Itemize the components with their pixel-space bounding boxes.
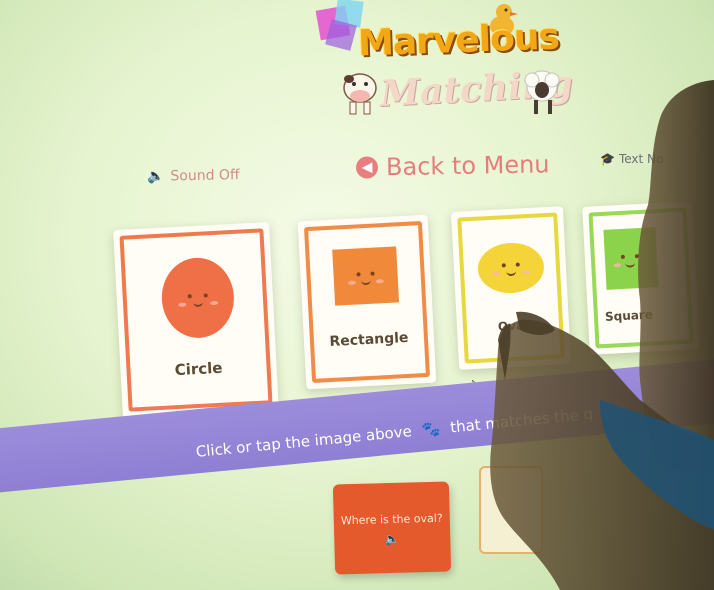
back-to-menu-button[interactable]: ◀ Back to Menu bbox=[355, 150, 550, 182]
logo-square-purple bbox=[325, 19, 357, 51]
shape-card-oval[interactable]: Oval bbox=[450, 206, 572, 370]
secondary-tile[interactable] bbox=[479, 466, 543, 554]
logo-title-line1: Marvelous bbox=[357, 16, 560, 65]
speaker-icon: 🔈 bbox=[384, 531, 400, 547]
square-shape bbox=[603, 227, 659, 290]
question-text: Where is the oval? bbox=[340, 511, 443, 528]
back-to-menu-label: Back to Menu bbox=[385, 150, 550, 182]
app-logo: Marvelous Matching bbox=[315, 0, 574, 130]
paw-icon: 🐾 bbox=[420, 419, 442, 440]
cow-icon bbox=[343, 73, 377, 115]
shape-card-square[interactable]: Square bbox=[582, 201, 700, 355]
text-toggle-button[interactable]: 🎓 Text No bbox=[600, 152, 663, 166]
shape-card-circle[interactable]: Circle bbox=[113, 222, 279, 418]
speaker-icon: 🔈 bbox=[146, 168, 165, 185]
rectangle-shape bbox=[332, 246, 400, 306]
arrow-left-icon: ◀ bbox=[355, 156, 379, 179]
projected-screen: Marvelous Matching 🔈 Sound Off ◀ Back to… bbox=[0, 0, 714, 590]
graduation-cap-icon: 🎓 bbox=[600, 152, 615, 166]
text-toggle-label: Text No bbox=[618, 152, 664, 166]
sheep-icon bbox=[524, 70, 560, 114]
sound-toggle-label: Sound Off bbox=[170, 167, 240, 185]
sound-toggle-button[interactable]: 🔈 Sound Off bbox=[147, 167, 240, 185]
shape-card-rectangle[interactable]: Rectangle bbox=[297, 214, 437, 390]
question-audio-button[interactable]: Where is the oval? 🔈 bbox=[332, 481, 452, 575]
